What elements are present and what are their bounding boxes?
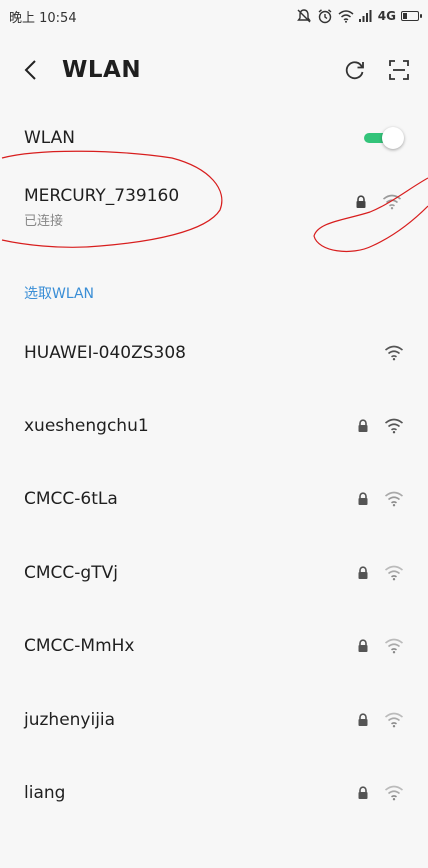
network-icons	[356, 712, 404, 728]
network-name: liang	[24, 783, 66, 804]
connected-network[interactable]: MERCURY_739160 已连接	[0, 170, 428, 236]
battery-icon	[401, 11, 422, 21]
connected-network-status: 已连接	[24, 214, 64, 229]
refresh-icon	[345, 61, 364, 80]
network-icons	[356, 565, 404, 581]
network-list: HUAWEI-040ZS308 xueshengchu1 CMCC-6tLa C…	[0, 316, 428, 830]
wifi-signal-icon	[384, 712, 404, 728]
chevron-left-icon	[24, 60, 36, 80]
network-name: CMCC-6tLa	[24, 489, 118, 510]
lock-icon	[356, 419, 370, 433]
lock-icon	[356, 566, 370, 580]
lock-icon	[356, 639, 370, 653]
network-item[interactable]: CMCC-6tLa	[0, 463, 428, 536]
network-item[interactable]: CMCC-MmHx	[0, 610, 428, 683]
network-type: 4G	[377, 9, 396, 23]
wifi-signal-icon	[384, 785, 404, 801]
lock-icon	[356, 786, 370, 800]
wifi-signal-icon	[382, 194, 402, 210]
network-item[interactable]: xueshengchu1	[0, 389, 428, 462]
network-icons	[356, 638, 404, 654]
lock-icon	[356, 713, 370, 727]
network-icons	[356, 345, 404, 361]
status-bar: 晚上 10:54 4G	[0, 0, 428, 32]
network-name: HUAWEI-040ZS308	[24, 342, 186, 363]
refresh-button[interactable]	[342, 57, 368, 83]
network-icons	[356, 491, 404, 507]
network-item[interactable]: juzhenyijia	[0, 683, 428, 756]
network-name: xueshengchu1	[24, 416, 149, 437]
wifi-signal-icon	[384, 565, 404, 581]
wifi-signal-icon	[384, 418, 404, 434]
back-button[interactable]	[16, 55, 46, 85]
network-name: CMCC-MmHx	[24, 636, 135, 657]
signal-icon	[358, 10, 373, 22]
section-label-choose-wlan: 选取WLAN	[24, 286, 95, 302]
lock-icon	[354, 195, 368, 209]
network-item[interactable]: CMCC-gTVj	[0, 536, 428, 609]
lock-slot-empty	[356, 346, 370, 360]
mute-icon	[296, 8, 312, 24]
wlan-toggle-row: WLAN	[0, 115, 428, 161]
network-icons	[356, 418, 404, 434]
status-icons: 4G	[296, 8, 422, 24]
wlan-label: WLAN	[24, 128, 76, 148]
lock-icon	[356, 492, 370, 506]
connected-network-icons	[354, 194, 402, 210]
scan-button[interactable]	[386, 57, 412, 83]
scan-icon	[389, 60, 409, 80]
network-name: juzhenyijia	[24, 709, 116, 730]
status-time: 晚上 10:54	[9, 10, 77, 26]
wifi-signal-icon	[384, 345, 404, 361]
network-name: CMCC-gTVj	[24, 562, 118, 583]
network-item[interactable]: liang	[0, 756, 428, 829]
network-item[interactable]: HUAWEI-040ZS308	[0, 316, 428, 389]
toggle-thumb	[382, 127, 404, 149]
wlan-toggle[interactable]	[364, 127, 404, 149]
wifi-status-icon	[338, 9, 354, 23]
wifi-signal-icon	[384, 638, 404, 654]
alarm-icon	[317, 8, 333, 24]
toolbar-actions	[342, 57, 412, 83]
connected-network-name: MERCURY_739160	[24, 186, 180, 206]
toolbar: WLAN	[0, 40, 428, 100]
page-title: WLAN	[62, 57, 142, 83]
network-icons	[356, 785, 404, 801]
wifi-signal-icon	[384, 491, 404, 507]
